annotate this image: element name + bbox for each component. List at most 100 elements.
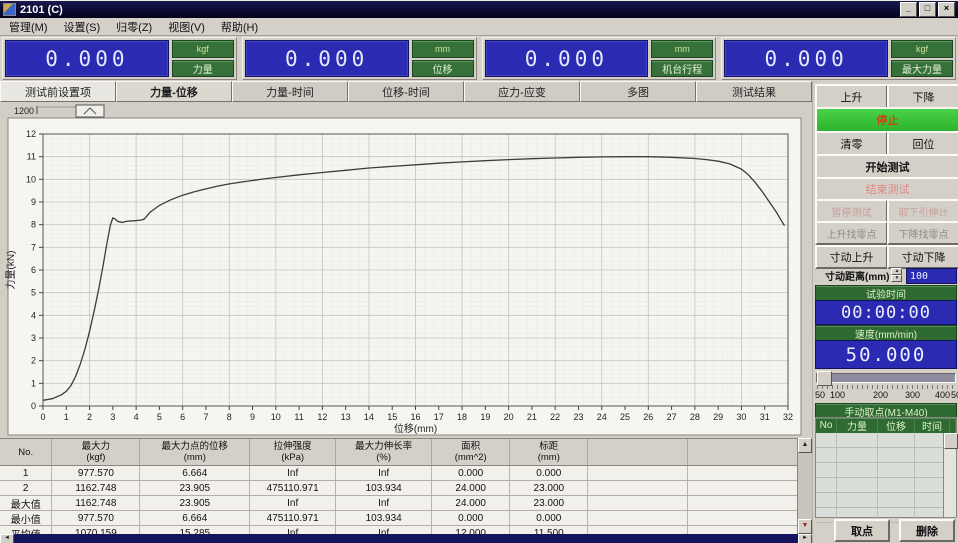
tab-1[interactable]: 测试前设置项 [0, 81, 116, 102]
tab-2[interactable]: 力量-位移 [116, 81, 232, 102]
label-badge: 位移 [412, 60, 474, 78]
scroll-down-icon[interactable]: ▼ [798, 519, 812, 534]
x-tick-label: 2 [87, 412, 92, 422]
up-find-zero-button[interactable]: 上升找零点 [815, 221, 888, 245]
tab-6[interactable]: 多图 [580, 81, 696, 102]
tab-5[interactable]: 应力-应变 [464, 81, 580, 102]
tab-7[interactable]: 测试结果 [696, 81, 812, 102]
menu-item[interactable]: 帮助(H) [221, 19, 258, 35]
manual-cell [837, 433, 878, 447]
result-cell: 最大值 [0, 496, 52, 510]
slider-thumb[interactable] [817, 371, 832, 386]
tab-4[interactable]: 位移-时间 [348, 81, 464, 102]
x-tick-label: 0 [40, 412, 45, 422]
scroll-up-icon[interactable]: ▲ [798, 438, 812, 453]
result-cell: 0.000 [510, 511, 588, 525]
stop-button[interactable]: 停止 [815, 107, 958, 133]
pause-test-button[interactable]: 暂停测试 [815, 199, 888, 223]
manual-cell [816, 478, 837, 492]
y-tick-label: 8 [31, 220, 36, 230]
header-unit: (kgf) [86, 452, 105, 463]
results-vertical-scrollbar[interactable]: ▲ ▼ [797, 438, 812, 534]
speed-scale-label: 500 [951, 390, 958, 400]
manual-table-scrollbar[interactable] [943, 433, 956, 517]
return-button[interactable]: 回位 [887, 131, 958, 156]
x-tick-label: 25 [620, 412, 630, 422]
manual-table-row [816, 448, 956, 463]
menu-item[interactable]: 视图(V) [168, 19, 205, 35]
label-badge: 力量 [172, 60, 234, 78]
x-tick-label: 3 [110, 412, 115, 422]
app-window: 2101 (C) _ □ × 管理(M)设置(S)归零(Z)视图(V)帮助(H)… [0, 0, 958, 543]
x-tick-label: 9 [250, 412, 255, 422]
manual-table-row [816, 433, 956, 448]
manual-scroll-thumb[interactable] [944, 433, 958, 449]
jog-distance-input[interactable]: 100 [906, 268, 957, 284]
jog-distance-spinner[interactable]: ▲ ▼ [891, 268, 902, 282]
header-unit: (%) [376, 452, 391, 463]
result-cell: 24.000 [432, 496, 510, 510]
x-tick-label: 5 [157, 412, 162, 422]
jog-down-button[interactable]: 寸动下降 [887, 245, 958, 269]
x-tick-label: 23 [573, 412, 583, 422]
result-cell: 23.000 [510, 481, 588, 495]
remove-extensometer-button[interactable]: 取下引伸计 [887, 199, 958, 223]
result-cell: 0.000 [432, 466, 510, 480]
y-tick-label: 9 [31, 197, 36, 207]
result-cell [688, 511, 798, 525]
menu-item[interactable]: 归零(Z) [116, 19, 152, 35]
display-badges: kgf最大力量 [891, 40, 953, 77]
up-button[interactable]: 上升 [815, 84, 888, 109]
results-header-cell: 拉伸强度(kPa) [250, 439, 336, 465]
result-cell: 最小值 [0, 511, 52, 525]
y-tick-label: 1 [31, 378, 36, 388]
y-tick-label: 3 [31, 333, 36, 343]
spinner-down-icon[interactable]: ▼ [891, 275, 902, 282]
speed-slider[interactable] [816, 373, 956, 383]
manual-cell [837, 463, 878, 477]
x-tick-label: 11 [294, 412, 303, 422]
speed-scale-label: 300 [905, 390, 920, 400]
tab-3[interactable]: 力量-时间 [232, 81, 348, 102]
spinner-up-icon[interactable]: ▲ [891, 268, 902, 275]
jog-distance-label: 寸动距离(mm) [825, 268, 889, 283]
take-point-button[interactable]: 取点 [834, 519, 890, 542]
menu-item[interactable]: 设置(S) [64, 19, 101, 35]
result-cell: 0.000 [510, 466, 588, 480]
zero-button[interactable]: 清零 [815, 131, 888, 156]
manual-cell [878, 448, 915, 462]
result-cell [588, 481, 688, 495]
result-cell: 23.000 [510, 496, 588, 510]
obscured-scale-label: 1200 [14, 106, 34, 116]
down-find-zero-button[interactable]: 下降找零点 [887, 221, 958, 245]
display-badges: kgf力量 [172, 40, 234, 77]
display-panel: 0.000mm机台行程 [482, 37, 717, 80]
minimize-button[interactable]: _ [900, 2, 917, 17]
jog-up-button[interactable]: 寸动上升 [815, 245, 888, 269]
down-button[interactable]: 下降 [887, 84, 958, 109]
speed-header: 速度(mm/min) [815, 325, 957, 341]
result-cell [688, 466, 798, 480]
header-unit: (mm) [184, 452, 206, 463]
manual-header-cell [950, 418, 956, 433]
manual-cell [816, 448, 837, 462]
speed-scale: 50100200300400500 [813, 390, 958, 400]
manual-table-row [816, 478, 956, 493]
menu-item[interactable]: 管理(M) [9, 19, 48, 35]
manual-header-cell: 力量 [837, 418, 878, 433]
maximize-button[interactable]: □ [919, 2, 936, 17]
end-test-button[interactable]: 结束测试 [815, 177, 958, 201]
lcd-value: 0.000 [245, 40, 409, 77]
unit-badge: mm [651, 40, 713, 58]
result-cell: 1162.748 [52, 496, 140, 510]
start-test-button[interactable]: 开始测试 [815, 154, 958, 179]
close-button[interactable]: × [938, 2, 955, 17]
header-name: 最大力点的位移 [162, 441, 229, 452]
results-header-cell: 标距(mm) [510, 439, 588, 465]
control-sidebar: 上升 下降 停止 清零 回位 开始测试 结束测试 暂停测试 取下引伸计 上升找零… [812, 81, 958, 543]
manual-table-header: No力量位移时间 [816, 418, 956, 433]
label-badge: 机台行程 [651, 60, 713, 78]
delete-button[interactable]: 删除 [899, 519, 955, 542]
speed-scale-label: 50 [815, 390, 825, 400]
result-cell: 23.905 [140, 481, 250, 495]
